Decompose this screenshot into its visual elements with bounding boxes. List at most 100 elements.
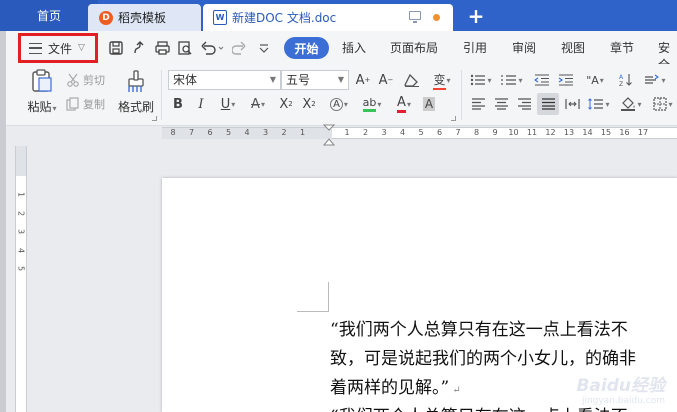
decrease-indent-icon[interactable] bbox=[533, 70, 551, 90]
tab-template-label: 稻壳模板 bbox=[118, 11, 167, 25]
font-name-value: 宋体 bbox=[173, 73, 198, 87]
align-center-icon[interactable] bbox=[492, 94, 510, 114]
indent-marker-icon[interactable] bbox=[323, 124, 335, 148]
menu-home-tab[interactable]: 开始 bbox=[284, 37, 329, 59]
clipboard-icon bbox=[32, 69, 52, 92]
ruler-tick-label: 1 bbox=[299, 128, 306, 137]
tab-home[interactable]: 首页 bbox=[0, 0, 98, 31]
menu-home-label: 开始 bbox=[294, 41, 319, 56]
ruler-tick-label: 8 bbox=[170, 128, 176, 137]
save-icon[interactable] bbox=[108, 40, 124, 56]
menu-page-layout[interactable]: 页面布局 bbox=[390, 39, 438, 56]
shading-icon[interactable]: ▾ bbox=[618, 94, 644, 114]
cut-label: 剪切 bbox=[83, 74, 105, 87]
print-icon[interactable] bbox=[154, 40, 170, 56]
menu-section[interactable]: 章节 bbox=[610, 39, 634, 56]
ruler-tick-label: 3 bbox=[262, 128, 269, 137]
copy-button[interactable]: 复制 bbox=[66, 96, 105, 112]
file-menu-button[interactable]: 文件 ▽ bbox=[18, 33, 98, 63]
title-tab-bar: 首页 D 稻壳模板 W 新建DOC 文档.doc + bbox=[0, 0, 677, 31]
new-tab-button[interactable]: + bbox=[462, 2, 490, 29]
ruler-tick-label: 5 bbox=[418, 128, 424, 137]
margin-corner-mark bbox=[297, 282, 329, 312]
grow-font-icon[interactable]: A + bbox=[355, 70, 371, 90]
ruler-tick-label: 7 bbox=[188, 128, 195, 137]
highlight-color-icon[interactable]: ab ▾ bbox=[358, 94, 386, 114]
undo-icon[interactable] bbox=[200, 40, 226, 56]
format-painter-label: 格式刷 bbox=[117, 100, 154, 114]
superscript-icon[interactable]: X2 bbox=[278, 94, 294, 114]
italic-icon[interactable]: I bbox=[194, 94, 208, 114]
align-right-icon[interactable] bbox=[515, 94, 533, 114]
line-spacing-icon[interactable]: ▾ bbox=[642, 70, 668, 90]
ruler-tick-label: 4 bbox=[244, 128, 250, 137]
underline-icon[interactable]: U ▾ bbox=[217, 94, 239, 114]
ruler-tick-label: 7 bbox=[455, 128, 461, 137]
change-case-label: 变 bbox=[433, 71, 446, 90]
ruler-tick-label: 12 bbox=[545, 128, 556, 137]
customize-toolbar-icon[interactable] bbox=[256, 40, 272, 56]
change-case-button[interactable]: 变 ▾ bbox=[430, 70, 454, 90]
distribute-icon[interactable] bbox=[563, 94, 581, 114]
print-preview-icon[interactable] bbox=[177, 40, 193, 56]
clipboard-group-launcher[interactable] bbox=[152, 116, 157, 121]
borders-icon[interactable]: ▾ bbox=[650, 94, 676, 114]
ruler-tick-label: 11 bbox=[526, 128, 538, 137]
font-name-select[interactable]: 宋体 ▼ bbox=[168, 70, 281, 90]
tab-template[interactable]: D 稻壳模板 bbox=[88, 4, 201, 31]
vertical-ruler-tick-label: 1 bbox=[16, 191, 26, 198]
ruler-tick-label: 2 bbox=[281, 128, 287, 137]
paragraph-spacing-icon[interactable]: ▾ bbox=[586, 94, 612, 114]
tab-document[interactable]: W 新建DOC 文档.doc bbox=[203, 4, 453, 31]
menu-review[interactable]: 审阅 bbox=[512, 39, 536, 56]
plus-icon: + bbox=[467, 3, 485, 28]
align-left-icon[interactable] bbox=[469, 94, 487, 114]
copy-icon bbox=[66, 97, 79, 111]
wps-writer-icon: W bbox=[213, 10, 227, 25]
menu-insert[interactable]: 插入 bbox=[342, 39, 366, 56]
ruler-tick-label: 1 bbox=[344, 128, 350, 137]
scissors-icon bbox=[67, 73, 79, 87]
shrink-font-icon[interactable]: A − bbox=[378, 70, 394, 90]
home-ribbon: 粘贴▾ 剪切 复制 格式刷 宋体 ▼ 五号 ▼ A + A − 变 ▾ B I U ▾ … bbox=[0, 64, 677, 126]
bullet-list-icon[interactable]: ▾ bbox=[468, 70, 494, 90]
copy-label: 复制 bbox=[83, 98, 105, 111]
cut-button[interactable]: 剪切 bbox=[66, 72, 105, 88]
paste-button[interactable]: 粘贴▾ bbox=[24, 69, 60, 115]
paste-dropdown-icon[interactable]: ▾ bbox=[53, 104, 57, 113]
increase-indent-icon[interactable] bbox=[557, 70, 575, 90]
strikethrough-icon[interactable]: A ▾ bbox=[247, 94, 269, 114]
ruler-tick-label: 10 bbox=[508, 128, 519, 137]
menu-references[interactable]: 引用 bbox=[463, 39, 487, 56]
ruler-tick-label: 5 bbox=[225, 128, 232, 137]
redo-icon[interactable] bbox=[231, 40, 247, 56]
bold-icon[interactable]: B bbox=[171, 94, 185, 114]
font-size-select[interactable]: 五号 ▼ bbox=[281, 70, 349, 90]
window-mode-icon[interactable] bbox=[409, 11, 421, 23]
unsaved-dot-icon bbox=[433, 14, 440, 21]
tab-home-label: 首页 bbox=[36, 9, 61, 23]
document-line-1[interactable]: “我们两个人总算只有在这一点上看法不 bbox=[330, 315, 677, 340]
baidu-watermark: Baidu经验 jingyan.baidu.com bbox=[576, 371, 665, 406]
document-line-3-text: 着两样的见解。” bbox=[330, 378, 450, 398]
watermark-url: jingyan.baidu.com bbox=[581, 396, 665, 406]
vertical-ruler[interactable] bbox=[15, 146, 27, 412]
menu-bar: 文件 ▽ 开始 插入 页面布局 引用 审阅 视图 章节 安全 bbox=[0, 31, 677, 72]
font-group-launcher[interactable] bbox=[451, 116, 456, 121]
sort-icon[interactable]: AZ bbox=[617, 70, 635, 90]
export-pdf-icon[interactable] bbox=[131, 40, 147, 56]
font-color-icon[interactable]: A ▾ bbox=[392, 94, 416, 114]
subscript-icon[interactable]: X2 bbox=[301, 94, 317, 114]
hamburger-icon bbox=[29, 42, 42, 54]
document-line-2[interactable]: 致，可是说起我们的两个小女儿，的确非 bbox=[330, 344, 677, 369]
format-painter-button[interactable]: 格式刷 bbox=[116, 69, 156, 115]
chinese-layout-icon[interactable]: "A ▾ bbox=[582, 70, 608, 90]
ruler-tick-label: 9 bbox=[492, 128, 498, 137]
clear-format-icon[interactable] bbox=[403, 70, 421, 90]
vertical-ruler-tick-label: 2 bbox=[16, 210, 26, 216]
numbered-list-icon[interactable]: ▾ bbox=[499, 70, 525, 90]
menu-view[interactable]: 视图 bbox=[561, 39, 585, 56]
character-shading-icon[interactable]: A bbox=[421, 94, 437, 114]
justify-icon[interactable] bbox=[537, 93, 559, 115]
text-effect-icon[interactable]: A ▾ bbox=[327, 94, 351, 114]
